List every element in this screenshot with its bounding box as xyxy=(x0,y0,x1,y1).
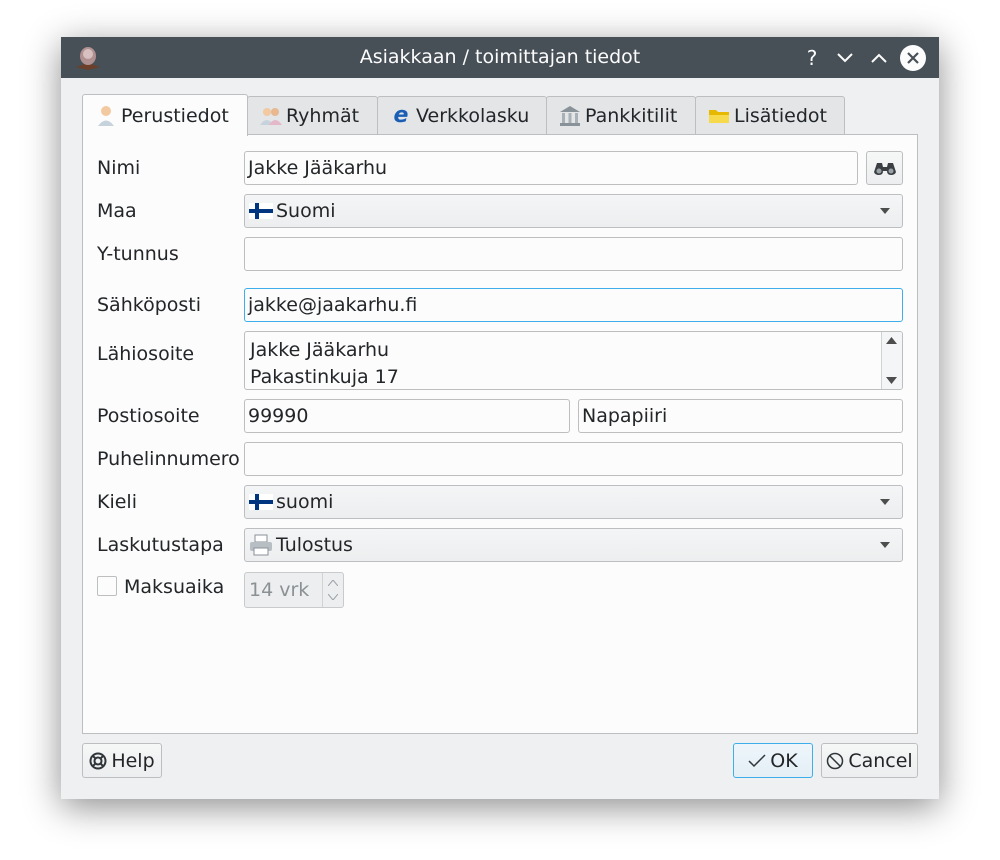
business-id-field[interactable] xyxy=(244,237,903,271)
billing-method-select[interactable]: Tulostus xyxy=(244,528,903,562)
tab-panel-perustiedot: Nimi Jakke Jääkarhu Maa Suomi Y-tunnus S… xyxy=(82,134,918,734)
ok-button[interactable]: OK xyxy=(733,743,813,778)
country-select[interactable]: Suomi xyxy=(244,194,903,228)
spin-down-icon[interactable] xyxy=(328,594,338,600)
postal-code-field[interactable]: 99990 xyxy=(244,399,570,433)
question-icon: ? xyxy=(806,46,818,70)
language-select[interactable]: suomi xyxy=(244,485,903,519)
postal-label: Postiosoite xyxy=(97,405,200,427)
phone-field[interactable] xyxy=(244,442,903,476)
billing-method-value: Tulostus xyxy=(276,534,353,556)
search-name-button[interactable] xyxy=(866,151,903,185)
maximize-button[interactable] xyxy=(866,45,892,71)
help-button-label: Help xyxy=(111,749,155,772)
scroll-up-icon[interactable] xyxy=(886,337,897,344)
billing-label: Laskutustapa xyxy=(97,534,224,556)
scroll-down-icon[interactable] xyxy=(886,377,897,384)
address-line-1: Jakke Jääkarhu xyxy=(250,339,390,361)
payment-term-spinbox[interactable]: 14 vrk xyxy=(244,572,344,608)
email-label: Sähköposti xyxy=(97,294,202,316)
person-icon xyxy=(95,105,117,127)
checkmark-icon xyxy=(748,753,766,767)
binoculars-icon xyxy=(873,163,896,175)
tab-ryhmat[interactable]: Ryhmät xyxy=(247,96,378,134)
phone-label: Puhelinnumero xyxy=(97,448,240,470)
cancel-icon xyxy=(827,752,844,769)
lifebuoy-icon xyxy=(89,752,107,769)
finland-flag-icon xyxy=(249,494,273,510)
email-field[interactable]: jakke@jaakarhu.fi xyxy=(244,288,903,322)
language-label: Kieli xyxy=(97,491,137,513)
address-line-2: Pakastinkuja 17 xyxy=(250,366,399,388)
people-icon xyxy=(260,105,282,127)
business-id-label: Y-tunnus xyxy=(97,243,179,265)
printer-icon xyxy=(250,534,272,556)
tab-label: Ryhmät xyxy=(286,104,360,127)
close-button[interactable] xyxy=(900,45,926,71)
language-value: suomi xyxy=(276,491,334,513)
help-button[interactable]: Help xyxy=(82,743,162,778)
context-help-button[interactable]: ? xyxy=(799,45,825,71)
cancel-button[interactable]: Cancel xyxy=(821,743,918,778)
address-label: Lähiosoite xyxy=(97,343,195,365)
name-label: Nimi xyxy=(97,157,141,179)
address-scrollbar[interactable] xyxy=(881,332,902,389)
postal-city-field[interactable]: Napapiiri xyxy=(578,399,903,433)
payment-term-value: 14 vrk xyxy=(249,579,310,601)
tab-verkkolasku[interactable]: e Verkkolasku xyxy=(377,96,547,134)
tab-lisatiedot[interactable]: Lisätiedot xyxy=(695,96,845,134)
chevron-down-icon xyxy=(880,542,890,548)
tab-pankkitilit[interactable]: Pankkitilit xyxy=(546,96,696,134)
payment-term-checkbox[interactable] xyxy=(97,576,117,596)
dialog-window: Asiakkaan / toimittajan tiedot ? Perusti… xyxy=(61,37,939,799)
tab-label: Verkkolasku xyxy=(416,104,530,127)
ok-button-label: OK xyxy=(770,749,798,772)
e-invoice-icon: e xyxy=(393,103,409,128)
spin-up-icon[interactable] xyxy=(328,580,338,586)
name-field[interactable]: Jakke Jääkarhu xyxy=(244,151,858,185)
tab-perustiedot[interactable]: Perustiedot xyxy=(82,94,248,136)
chevron-down-icon xyxy=(837,53,853,63)
chevron-down-icon xyxy=(880,499,890,505)
tab-label: Pankkitilit xyxy=(585,104,678,127)
country-value: Suomi xyxy=(276,200,336,222)
chevron-up-icon xyxy=(871,53,887,63)
close-icon xyxy=(907,52,919,64)
finland-flag-icon xyxy=(249,203,273,219)
chevron-down-icon xyxy=(880,208,890,214)
folder-icon xyxy=(708,105,730,127)
payment-term-label[interactable]: Maksuaika xyxy=(124,570,224,604)
tab-label: Perustiedot xyxy=(121,104,229,127)
minimize-button[interactable] xyxy=(832,45,858,71)
bank-icon xyxy=(559,105,581,127)
tab-label: Lisätiedot xyxy=(734,104,827,127)
address-textarea[interactable]: Jakke Jääkarhu Pakastinkuja 17 xyxy=(244,331,903,390)
title-bar[interactable]: Asiakkaan / toimittajan tiedot ? xyxy=(61,37,939,78)
cancel-button-label: Cancel xyxy=(848,749,913,772)
country-label: Maa xyxy=(97,200,137,222)
